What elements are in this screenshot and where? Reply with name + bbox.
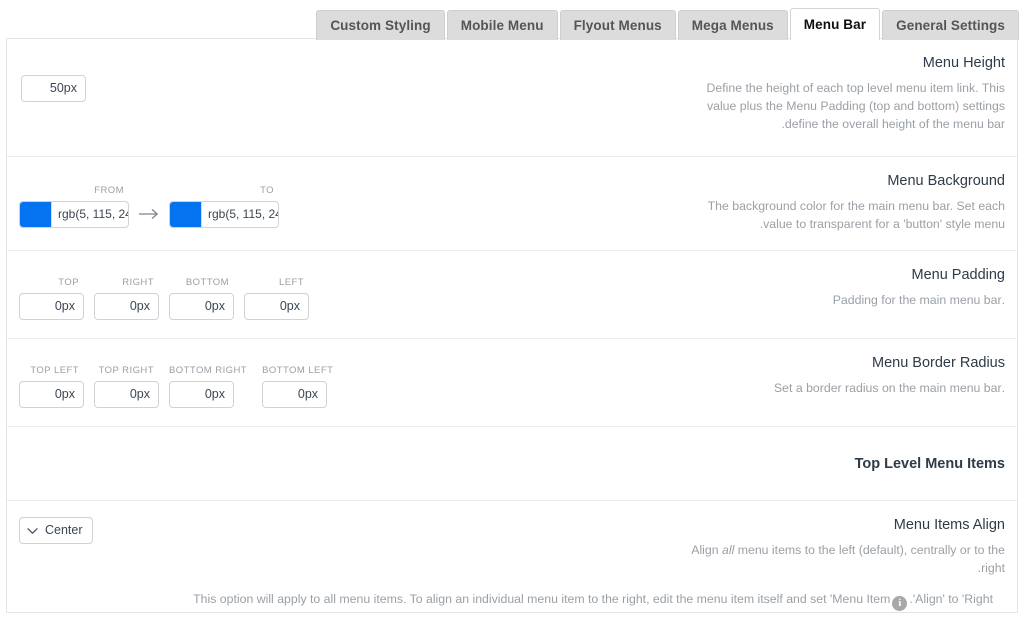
menu-height-description: Menu Height Define the height of each to… (675, 53, 1005, 133)
menu-padding-right-input[interactable]: 0px (94, 293, 159, 320)
color-swatch-icon[interactable] (170, 202, 202, 227)
border-radius-bottom-right-label: BOTTOM RIGHT (169, 365, 252, 377)
align-help-pre: Align (691, 543, 722, 557)
color-swatch-icon[interactable] (20, 202, 52, 227)
menu-items-align-help: Align all menu items to the left (defaul… (675, 541, 1005, 577)
info-icon-wrapper: i (892, 592, 907, 612)
border-radius-top-left-label: TOP LEFT (19, 365, 84, 377)
border-radius-top-left-field: TOP LEFT 0px (19, 365, 84, 408)
border-radius-bottom-right-input[interactable]: 0px (169, 381, 234, 408)
align-help-post: menu items to the left (default), centra… (734, 543, 1005, 575)
section-title-top-level-menu-items: Top Level Menu Items (19, 455, 1005, 473)
info-icon[interactable]: i (892, 596, 907, 611)
menu-border-radius-description: Menu Border Radius .Set a border radius … (675, 353, 1005, 397)
menu-padding-top-field: TOP 0px (19, 277, 84, 320)
menu-background-to-value[interactable]: rgb(5, 115, 240) (202, 202, 279, 227)
menu-background-from-picker[interactable]: rgb(5, 115, 240) (19, 201, 129, 228)
menu-height-field: 50px (21, 75, 86, 102)
chevron-down-icon (27, 527, 38, 535)
menu-height-controls: 50px (19, 53, 675, 102)
align-help-emphasis: all (722, 543, 734, 557)
menu-background-to-label: TO (169, 185, 279, 197)
menu-background-title: Menu Background (675, 173, 1005, 190)
footnote-text-post: .'Align' to 'Right (909, 592, 993, 606)
menu-background-to-picker[interactable]: rgb(5, 115, 240) (169, 201, 279, 228)
settings-tabbar: Custom Styling Mobile Menu Flyout Menus … (0, 0, 1024, 39)
settings-panel: Menu Height Define the height of each to… (6, 38, 1018, 613)
menu-padding-left-label: LEFT (244, 277, 309, 289)
tab-custom-styling[interactable]: Custom Styling (316, 10, 444, 40)
menu-items-align-footnote: This option will apply to all menu items… (19, 577, 1005, 612)
menu-height-title: Menu Height (675, 55, 1005, 72)
menu-items-align-selected-value: Center (45, 518, 83, 543)
menu-items-align-controls: Center (19, 515, 675, 544)
menu-padding-top-label: TOP (19, 277, 84, 289)
row-menu-background: Menu Background The background color for… (7, 157, 1017, 251)
menu-background-controls: FROM rgb(5, 115, 240) TO rgb(5, 115, (19, 171, 675, 228)
menu-items-align-select[interactable]: Center (19, 517, 93, 544)
tab-mega-menus[interactable]: Mega Menus (678, 10, 788, 40)
row-menu-padding: Menu Padding .Padding for the main menu … (7, 251, 1017, 339)
menu-items-align-toprow: Menu Items Align Align all menu items to… (19, 515, 1005, 577)
border-radius-top-left-input[interactable]: 0px (19, 381, 84, 408)
menu-padding-left-input[interactable]: 0px (244, 293, 309, 320)
footnote-text-pre: This option will apply to all menu items… (193, 592, 890, 606)
menu-padding-bottom-label: BOTTOM (169, 277, 234, 289)
tab-menu-bar[interactable]: Menu Bar (790, 8, 880, 40)
row-menu-border-radius: Menu Border Radius .Set a border radius … (7, 339, 1017, 427)
menu-padding-bottom-input[interactable]: 0px (169, 293, 234, 320)
menu-background-from-field: FROM rgb(5, 115, 240) (19, 185, 129, 228)
menu-padding-bottom-field: BOTTOM 0px (169, 277, 234, 320)
border-radius-bottom-left-input[interactable]: 0px (262, 381, 327, 408)
menu-padding-right-label: RIGHT (94, 277, 159, 289)
menu-border-radius-controls: TOP LEFT 0px TOP RIGHT 0px BOTTOM RIGHT … (19, 353, 675, 408)
border-radius-top-right-input[interactable]: 0px (94, 381, 159, 408)
arrow-right-icon (138, 194, 160, 220)
menu-height-input[interactable]: 50px (21, 75, 86, 102)
tab-mobile-menu[interactable]: Mobile Menu (447, 10, 558, 40)
row-menu-height: Menu Height Define the height of each to… (7, 39, 1017, 157)
row-section-header: Top Level Menu Items (7, 427, 1017, 501)
row-menu-items-align: Menu Items Align Align all menu items to… (7, 501, 1017, 624)
menu-background-help: The background color for the main menu b… (675, 197, 1005, 233)
tab-general-settings[interactable]: General Settings (882, 10, 1019, 40)
menu-items-align-title: Menu Items Align (675, 517, 1005, 534)
border-radius-top-right-field: TOP RIGHT 0px (94, 365, 159, 408)
border-radius-top-right-label: TOP RIGHT (94, 365, 159, 377)
menu-items-align-description: Menu Items Align Align all menu items to… (675, 515, 1005, 577)
menu-padding-left-field: LEFT 0px (244, 277, 309, 320)
menu-background-description: Menu Background The background color for… (675, 171, 1005, 233)
menu-padding-right-field: RIGHT 0px (94, 277, 159, 320)
menu-background-to-field: TO rgb(5, 115, 240) (169, 185, 279, 228)
menu-padding-title: Menu Padding (675, 267, 1005, 284)
menu-padding-top-input[interactable]: 0px (19, 293, 84, 320)
menu-background-from-label: FROM (19, 185, 129, 197)
settings-page: Custom Styling Mobile Menu Flyout Menus … (0, 0, 1024, 624)
menu-padding-description: Menu Padding .Padding for the main menu … (675, 265, 1005, 309)
border-radius-bottom-left-label: BOTTOM LEFT (262, 365, 338, 377)
menu-padding-help: .Padding for the main menu bar (675, 291, 1005, 309)
menu-padding-controls: TOP 0px RIGHT 0px BOTTOM 0px LEFT 0px (19, 265, 675, 320)
menu-border-radius-help: .Set a border radius on the main menu ba… (675, 379, 1005, 397)
menu-border-radius-title: Menu Border Radius (675, 355, 1005, 372)
tab-flyout-menus[interactable]: Flyout Menus (560, 10, 676, 40)
menu-background-from-value[interactable]: rgb(5, 115, 240) (52, 202, 129, 227)
menu-height-help: Define the height of each top level menu… (675, 79, 1005, 133)
border-radius-bottom-left-field: BOTTOM LEFT 0px (262, 365, 338, 408)
border-radius-bottom-right-field: BOTTOM RIGHT 0px (169, 365, 252, 408)
